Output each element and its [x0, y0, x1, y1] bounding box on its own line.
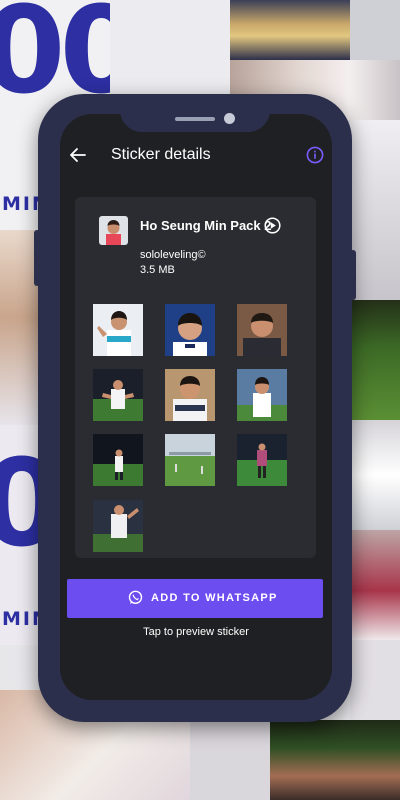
sticker-thumbnail[interactable]: [93, 434, 143, 486]
phone-speaker: [175, 117, 215, 121]
collage-tile: [350, 300, 400, 420]
collage-tile: [350, 530, 400, 640]
phone-camera: [224, 113, 235, 124]
arrow-left-icon[interactable]: [68, 145, 88, 165]
collage-tile: [110, 0, 230, 100]
collage-tile: [190, 720, 270, 800]
sticker-thumbnail[interactable]: [93, 500, 143, 552]
sticker-thumbnail[interactable]: [93, 369, 143, 421]
whatsapp-icon: [128, 590, 143, 605]
pack-size: 3.5 MB: [140, 264, 175, 276]
sticker-thumbnail[interactable]: [165, 369, 215, 421]
play-circle-icon[interactable]: [264, 217, 281, 234]
collage-tile: [350, 420, 400, 530]
pack-tray-icon: [99, 216, 128, 245]
collage-tile: [230, 0, 350, 60]
sticker-thumbnail[interactable]: [93, 304, 143, 356]
phone-side-button: [350, 250, 356, 300]
page-title: Sticker details: [111, 146, 211, 163]
collage-tile: [350, 120, 400, 300]
add-to-whatsapp-label: ADD TO WHATSAPP: [151, 592, 278, 604]
phone-notch: [120, 94, 270, 132]
sticker-thumbnail[interactable]: [165, 434, 215, 486]
collage-tile: [270, 720, 400, 800]
pack-author: sololeveling©: [140, 249, 206, 261]
phone-side-button: [34, 230, 40, 286]
collage-tile: [350, 0, 400, 60]
info-circle-icon[interactable]: [306, 146, 324, 164]
pack-name: Ho Seung Min Pack 2: [140, 218, 272, 233]
sticker-thumbnail[interactable]: [237, 434, 287, 486]
sticker-thumbnail[interactable]: [237, 369, 287, 421]
collage-tile: [350, 640, 400, 720]
sticker-thumbnail[interactable]: [165, 304, 215, 356]
sticker-thumbnail[interactable]: [237, 304, 287, 356]
preview-hint: Tap to preview sticker: [143, 626, 249, 638]
